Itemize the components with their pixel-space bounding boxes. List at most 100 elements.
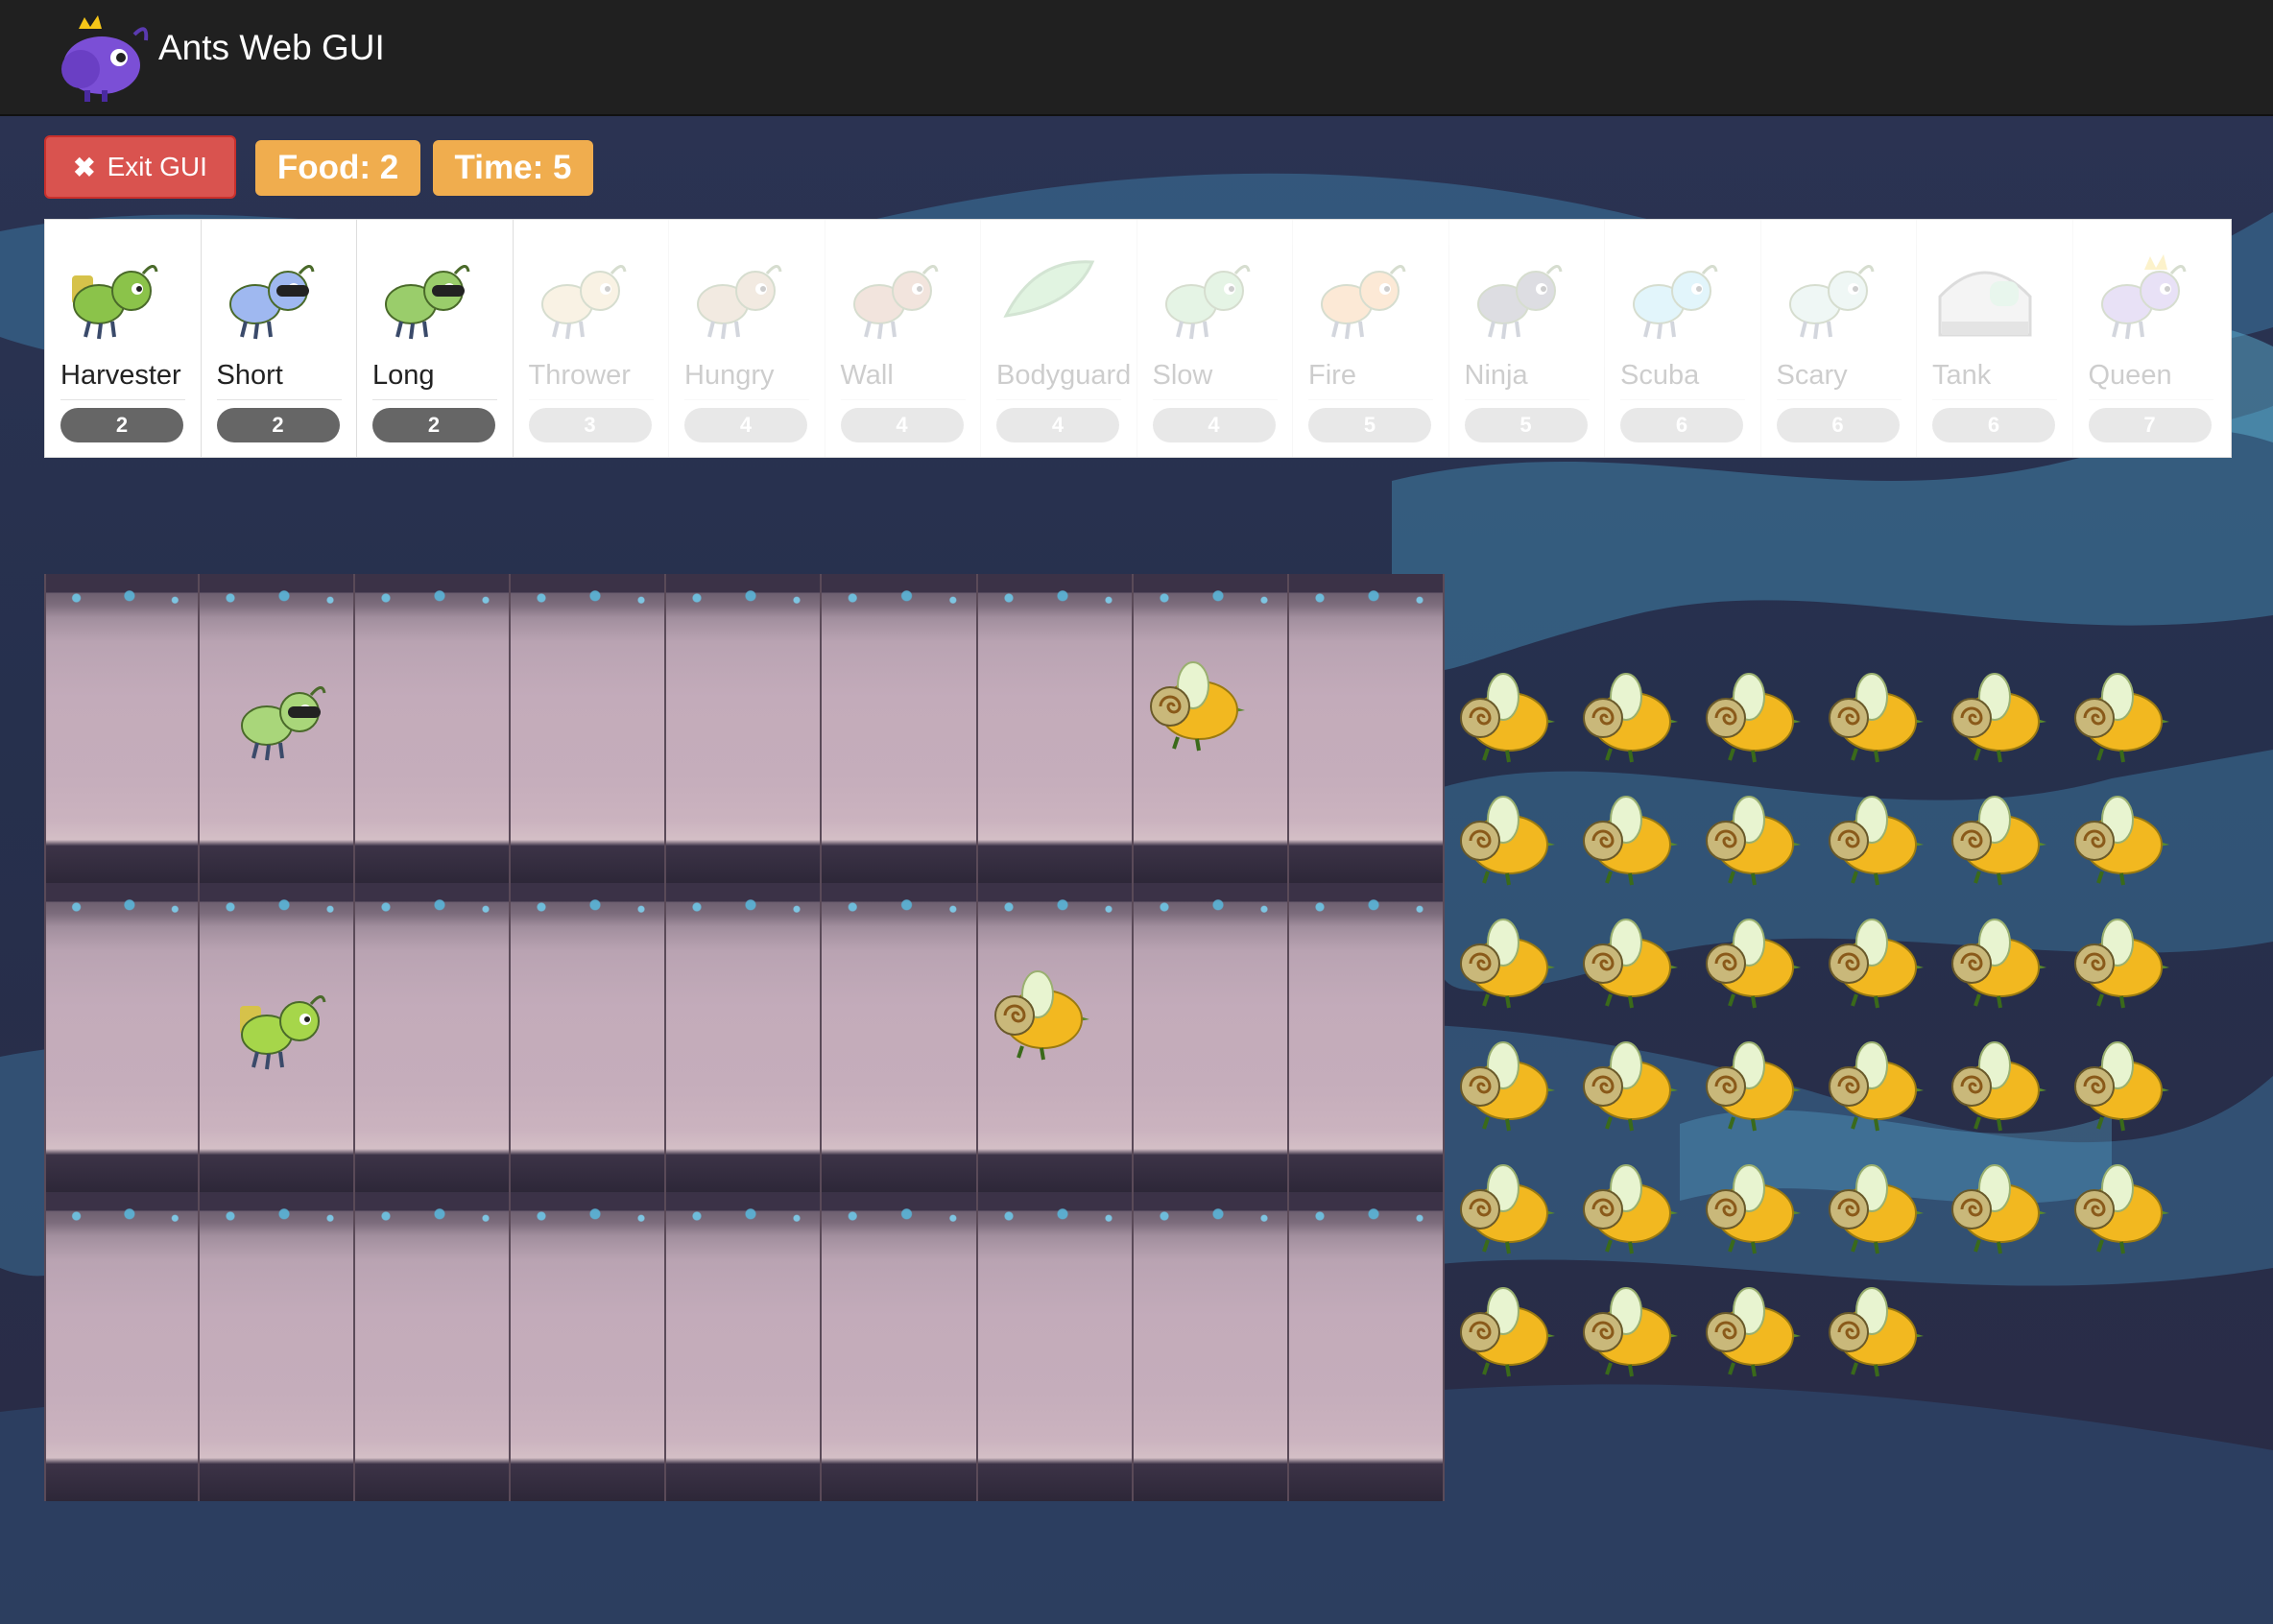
- harvester-ant-icon: [72, 265, 158, 340]
- place-tunnel-1-5[interactable]: [822, 883, 978, 1192]
- ant-cost-badge: 6: [1620, 408, 1743, 442]
- ant-card-ninja[interactable]: Ninja 5: [1449, 220, 1605, 457]
- bee-icon: [2074, 919, 2169, 1009]
- ant-card-name: Ninja: [1464, 360, 1590, 400]
- ant-selector-bar: Harvester 2 Short 2 Long 2 Thrower 3 Hungry 4 Wall…: [44, 219, 2232, 458]
- place-tunnel-1-4[interactable]: [666, 883, 823, 1192]
- ant-card-wall[interactable]: Wall 4: [825, 220, 981, 457]
- hive-bee: [1695, 1163, 1808, 1255]
- place-tunnel-2-6[interactable]: [977, 1192, 1134, 1501]
- wall-ant-icon: [852, 265, 938, 340]
- ant-card-name: Thrower: [528, 360, 654, 400]
- slow-ant-icon: [1164, 265, 1250, 340]
- place-tunnel-0-1[interactable]: [200, 574, 356, 883]
- place-tunnel-2-4[interactable]: [666, 1192, 823, 1501]
- long-thrower-ant-icon: [385, 265, 470, 340]
- bee-icon: [1706, 1164, 1801, 1254]
- bee-icon: [2074, 673, 2169, 763]
- bee-icon: [1829, 1164, 1924, 1254]
- ant-card-name: Queen: [2088, 360, 2213, 400]
- place-tunnel-2-2[interactable]: [355, 1192, 512, 1501]
- tunnel-0: [44, 574, 1445, 883]
- ant-card-image: [529, 249, 634, 345]
- ant-card-slow[interactable]: Slow 4: [1137, 220, 1293, 457]
- ant-card-harvester[interactable]: Harvester 2: [45, 220, 202, 457]
- hive-bee: [1695, 1286, 1808, 1378]
- place-tunnel-0-2[interactable]: [355, 574, 512, 883]
- ant-card-fire[interactable]: Fire 5: [1293, 220, 1449, 457]
- bee-icon: [1706, 796, 1801, 886]
- ant-card-name: Tank: [1932, 360, 2057, 400]
- bee-icon: [1951, 1041, 2046, 1132]
- ant-card-name: Harvester: [60, 360, 185, 400]
- place-tunnel-0-7[interactable]: [1133, 574, 1289, 883]
- place-tunnel-2-8[interactable]: [1288, 1192, 1445, 1501]
- place-tunnel-2-1[interactable]: [200, 1192, 356, 1501]
- food-counter-badge: Food: 2: [255, 140, 420, 196]
- ant-card-name: Hungry: [684, 360, 809, 400]
- place-tunnel-1-7[interactable]: [1133, 883, 1289, 1192]
- ant-card-queen[interactable]: Queen 7: [2073, 220, 2230, 457]
- scuba-ant-icon: [1633, 265, 1718, 340]
- bee-icon: [1829, 673, 1924, 763]
- fire-ant-icon: [1321, 265, 1406, 340]
- place-tunnel-1-1[interactable]: [200, 883, 356, 1192]
- bee-icon: [2074, 1164, 2169, 1254]
- ant-cost-badge: 5: [1308, 408, 1431, 442]
- place-tunnel-2-5[interactable]: [822, 1192, 978, 1501]
- place-tunnel-1-6[interactable]: [977, 883, 1134, 1192]
- bee-icon: [1583, 1287, 1678, 1377]
- hive-bee: [1449, 918, 1563, 1010]
- place-tunnel-1-0[interactable]: [44, 883, 201, 1192]
- bee-icon: [1829, 1287, 1924, 1377]
- hive-bee: [1695, 795, 1808, 887]
- place-tunnel-0-4[interactable]: [666, 574, 823, 883]
- ant-card-name: Bodyguard: [996, 360, 1131, 400]
- exit-gui-label: Exit GUI: [107, 152, 207, 181]
- long-thrower-ant-icon: [241, 686, 326, 761]
- ant-card-name: Short: [216, 360, 342, 400]
- ant-card-name: Scary: [1776, 360, 1902, 400]
- ant-card-thrower[interactable]: Thrower 3: [514, 220, 669, 457]
- hive-bee: [1572, 672, 1686, 764]
- bee-icon: [1706, 673, 1801, 763]
- queen-ant-logo-icon[interactable]: [52, 15, 152, 104]
- ant-card-scary[interactable]: Scary 6: [1761, 220, 1917, 457]
- thrower-ant-icon: [540, 265, 626, 340]
- ant-card-short[interactable]: Short 2: [202, 220, 357, 457]
- place-tunnel-0-8[interactable]: [1288, 574, 1445, 883]
- hive-bee: [1941, 1040, 2054, 1133]
- place-tunnel-2-7[interactable]: [1133, 1192, 1289, 1501]
- ant-card-hungry[interactable]: Hungry 4: [669, 220, 825, 457]
- app-title: Ants Web GUI: [158, 28, 385, 67]
- ant-card-name: Scuba: [1620, 360, 1745, 400]
- ant-card-scuba[interactable]: Scuba 6: [1605, 220, 1761, 457]
- place-tunnel-1-3[interactable]: [511, 883, 667, 1192]
- hive-bee: [2064, 1163, 2177, 1255]
- place-tunnel-2-3[interactable]: [511, 1192, 667, 1501]
- board-bee: [1139, 660, 1253, 757]
- place-tunnel-0-6[interactable]: [977, 574, 1134, 883]
- ant-card-tank[interactable]: Tank 6: [1917, 220, 2073, 457]
- bee-icon: [993, 970, 1089, 1061]
- hive-bee: [1818, 918, 1931, 1010]
- place-tunnel-1-8[interactable]: [1288, 883, 1445, 1192]
- ant-cost-badge: 4: [1152, 408, 1276, 442]
- place-tunnel-0-5[interactable]: [822, 574, 978, 883]
- ant-card-bodyguard[interactable]: Bodyguard 4: [981, 220, 1137, 457]
- bee-icon: [1460, 1287, 1555, 1377]
- hive-bee: [1449, 1040, 1563, 1133]
- place-tunnel-0-0[interactable]: [44, 574, 201, 883]
- game-board: [44, 574, 1445, 1501]
- board-ant: [228, 670, 334, 771]
- ant-card-image: [684, 249, 790, 345]
- exit-gui-button[interactable]: ✖ Exit GUI: [44, 135, 236, 199]
- place-tunnel-2-0[interactable]: [44, 1192, 201, 1501]
- place-tunnel-0-3[interactable]: [511, 574, 667, 883]
- ninja-ant-icon: [1476, 265, 1562, 340]
- tunnel-2: [44, 1192, 1445, 1501]
- ant-card-long[interactable]: Long 2: [357, 220, 514, 457]
- ant-card-image: [1932, 249, 2038, 345]
- place-tunnel-1-2[interactable]: [355, 883, 512, 1192]
- hive-bee: [1941, 795, 2054, 887]
